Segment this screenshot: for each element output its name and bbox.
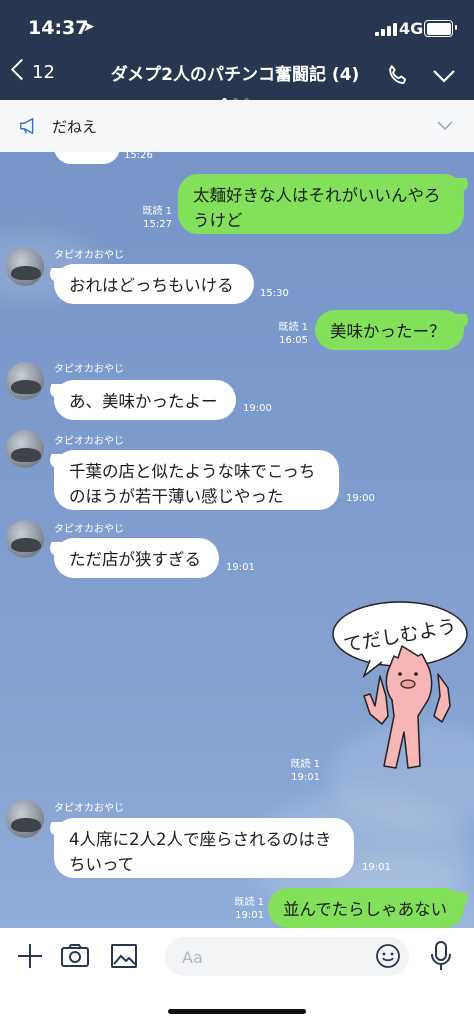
home-indicator (168, 1009, 306, 1014)
message-time: 19:00 (346, 493, 375, 504)
message-time: 19:00 (243, 403, 272, 414)
read-receipt: 既読 1 (142, 206, 172, 217)
sender-name: タピオカおやじ (54, 436, 124, 447)
message-bubble-incoming[interactable] (54, 152, 120, 164)
sender-name: タピオカおやじ (54, 250, 124, 261)
message-line: うけど (193, 211, 243, 230)
unread-count: 12 (32, 62, 55, 83)
read-receipt: 既読 1 (290, 759, 320, 770)
message-time: 19:01 (362, 862, 391, 873)
message-meta: 既読 1 19:01 (284, 758, 320, 784)
message-time: 19:01 (226, 562, 255, 573)
message-time: 16:05 (279, 335, 308, 346)
message-bubble-incoming[interactable]: あ、美味かったよー (54, 380, 236, 420)
status-bar: 14:37 ➤ 4G (0, 0, 474, 50)
message-line: 太麺好きな人はそれがいいんやろ (193, 186, 441, 205)
message-time: 19:01 (235, 910, 264, 921)
megaphone-icon (20, 118, 34, 134)
emoji-icon[interactable] (375, 943, 401, 969)
message-line: 並んでたらしゃあない (283, 900, 448, 919)
back-button[interactable]: 12 (10, 58, 60, 92)
message-line: のほうが若干薄い感じやった (69, 487, 284, 506)
message-line: ちいって (69, 855, 135, 874)
announcement-bar[interactable]: だねえ (0, 100, 474, 153)
message-time: 15:26 (124, 152, 153, 161)
chat-header: 14:37 ➤ 4G 12 ダメプ2人のパチンコ奮闘記 (4) (0, 0, 474, 103)
message-bubble-incoming[interactable]: おれはどっちもいける (54, 264, 254, 304)
message-line: あ、美味かったよー (69, 392, 218, 411)
message-line: おれはどっちもいける (69, 276, 234, 295)
battery-icon (424, 20, 457, 37)
message-input-field[interactable] (165, 937, 409, 976)
sender-name: タピオカおやじ (54, 803, 124, 814)
message-bubble-incoming[interactable]: ただ店が狭すぎる (54, 538, 219, 578)
read-receipt: 既読 1 (234, 897, 264, 908)
menu-button[interactable] (430, 62, 460, 92)
avatar[interactable] (6, 800, 44, 838)
status-time: 14:37 (28, 17, 89, 39)
image-icon[interactable] (110, 942, 138, 970)
network-type: 4G (399, 19, 424, 38)
back-chevron-icon (10, 58, 33, 81)
message-bubble-incoming[interactable]: 千葉の店と似たような味でこっち のほうが若干薄い感じやった (54, 450, 339, 510)
message-meta: 既読 1 16:05 (272, 321, 308, 347)
message-time: 15:30 (260, 288, 289, 299)
read-receipt: 既読 1 (278, 322, 308, 333)
camera-icon[interactable] (60, 942, 90, 970)
chevron-down-icon (433, 70, 455, 83)
plus-icon[interactable] (16, 942, 44, 970)
message-bubble-outgoing[interactable]: 太麺好きな人はそれがいいんやろ うけど (178, 174, 464, 234)
sender-name: タピオカおやじ (54, 364, 124, 375)
character-sticker[interactable]: てだしむよう (330, 596, 470, 776)
avatar[interactable] (6, 248, 44, 286)
call-button[interactable] (384, 62, 414, 92)
message-bubble-outgoing[interactable]: 美味かったー？ (315, 310, 464, 350)
message-meta: 既読 1 15:27 (136, 205, 172, 231)
announcement-text: だねえ (52, 118, 98, 136)
avatar[interactable] (6, 362, 44, 400)
chat-title: ダメプ2人のパチンコ奮闘記 (4) (110, 65, 360, 85)
message-time: 19:01 (291, 772, 320, 783)
message-line: 4人席に2人2人で座らされるのはき (69, 830, 332, 849)
sender-name: タピオカおやじ (54, 524, 124, 535)
message-line: ただ店が狭すぎる (69, 550, 201, 569)
phone-icon (389, 65, 407, 85)
message-input[interactable] (180, 946, 364, 969)
avatar[interactable] (6, 520, 44, 558)
signal-icon (375, 22, 397, 36)
message-bubble-incoming[interactable]: 4人席に2人2人で座らされるのはき ちいって (54, 818, 354, 878)
message-time: 15:27 (143, 219, 172, 230)
location-arrow-icon: ➤ (83, 19, 95, 35)
message-bubble-outgoing[interactable]: 並んでたらしゃあない (268, 888, 464, 928)
message-meta: 既読 1 19:01 (228, 896, 264, 922)
message-line: 美味かったー？ (330, 322, 446, 341)
avatar[interactable] (6, 430, 44, 468)
chat-area[interactable]: 15:26 既読 1 15:27 太麺好きな人はそれがいいんやろ うけど タピオ… (0, 152, 474, 928)
chevron-down-icon[interactable] (436, 118, 454, 132)
message-line: 千葉の店と似たような味でこっち (69, 462, 316, 481)
microphone-icon[interactable] (428, 940, 454, 972)
